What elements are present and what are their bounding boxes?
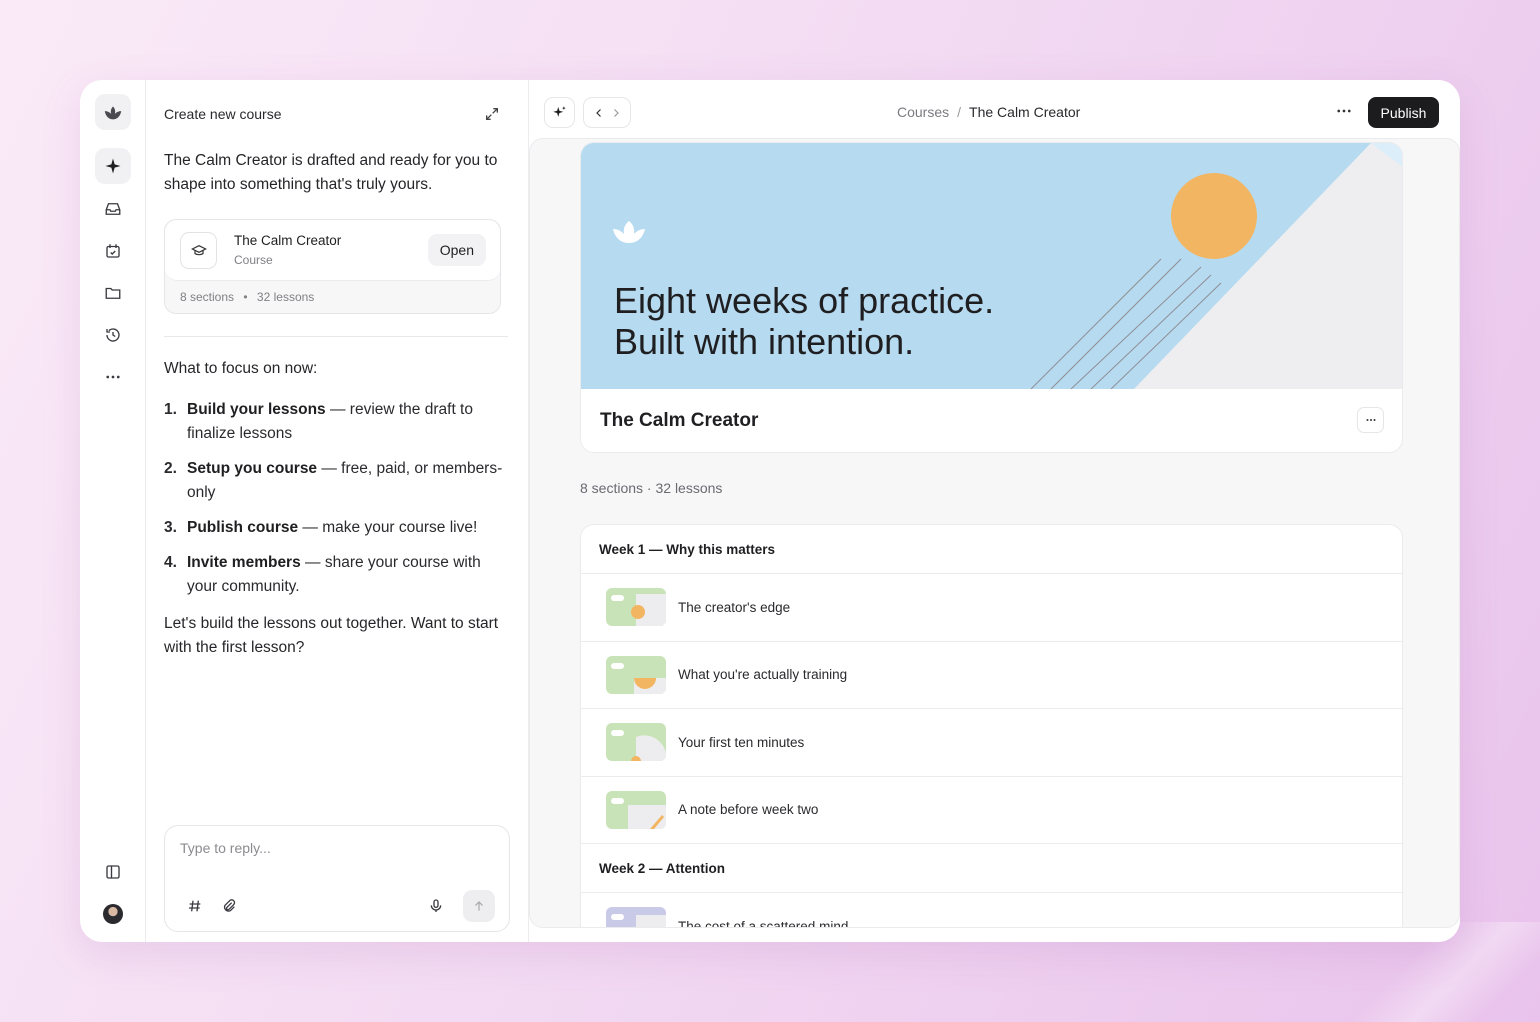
course-card-meta: 8 sections • 32 lessons [180, 290, 314, 304]
course-options-button[interactable] [1357, 407, 1384, 433]
course-stats: 8 sections · 32 lessons [580, 480, 723, 496]
inbox-icon[interactable] [95, 191, 131, 227]
focus-steps-list: 1. Build your lessons — review the draft … [164, 398, 509, 610]
breadcrumb-courses[interactable]: Courses [897, 104, 949, 120]
lesson-title: A note before week two [678, 802, 819, 818]
lessons-list: Week 1 — Why this matters The creator's … [580, 524, 1403, 928]
lesson-row[interactable]: Your first ten minutes [581, 709, 1402, 777]
icon-rail [80, 80, 146, 942]
lesson-thumbnail [606, 723, 666, 762]
course-banner: Eight weeks of practice. Built with inte… [581, 143, 1402, 389]
send-button[interactable] [463, 890, 495, 922]
publish-button[interactable]: Publish [1368, 97, 1439, 128]
logo-icon[interactable] [95, 94, 131, 130]
history-nav [583, 97, 631, 128]
lesson-row[interactable]: A note before week two [581, 777, 1402, 844]
ai-sparkle-button[interactable] [544, 97, 575, 128]
chat-panel: Create new course The Calm Creator is dr… [146, 80, 529, 942]
panel-toggle-icon[interactable] [95, 854, 131, 890]
app-window: Create new course The Calm Creator is dr… [80, 80, 1460, 942]
focus-step: 1. Build your lessons — review the draft … [164, 401, 473, 442]
course-canvas: Eight weeks of practice. Built with inte… [529, 138, 1460, 928]
lesson-row[interactable]: What you're actually training [581, 642, 1402, 709]
chat-outro-message: Let's build the lessons out together. Wa… [164, 615, 499, 656]
banner-line-2: Built with intention. [614, 321, 914, 362]
course-card-name: The Calm Creator [234, 233, 342, 248]
focus-step: 3. Publish course — make your course live… [164, 519, 478, 536]
lesson-thumbnail [606, 588, 666, 627]
breadcrumb: Courses / The Calm Creator [897, 104, 1080, 120]
breadcrumb-current: The Calm Creator [969, 104, 1081, 120]
chat-title: Create new course [164, 106, 282, 122]
calendar-icon[interactable] [95, 233, 131, 269]
course-hero-card: Eight weeks of practice. Built with inte… [580, 142, 1403, 453]
reply-composer [164, 825, 510, 932]
history-icon[interactable] [95, 317, 131, 353]
lesson-row[interactable]: The creator's edge [581, 574, 1402, 642]
section-header[interactable]: Week 2 — Attention [581, 844, 1402, 893]
breadcrumb-separator: / [957, 104, 962, 120]
avatar[interactable] [103, 904, 123, 924]
attachment-icon[interactable] [221, 898, 237, 914]
chat-intro-message: The Calm Creator is drafted and ready fo… [164, 152, 498, 193]
more-icon[interactable] [95, 359, 131, 395]
course-title: The Calm Creator [600, 410, 759, 431]
hashtag-icon[interactable] [187, 898, 203, 914]
expand-icon[interactable] [484, 106, 500, 127]
editor-toolbar: Courses / The Calm Creator Publish [529, 80, 1460, 140]
lesson-row[interactable]: The cost of a scattered mind [581, 893, 1402, 928]
back-arrow-icon[interactable] [593, 107, 605, 119]
focus-heading: What to focus on now: [164, 360, 318, 377]
focus-step: 4. Invite members — share your course wit… [164, 554, 481, 595]
course-editor: Courses / The Calm Creator Publish Eight… [529, 80, 1460, 942]
section-header[interactable]: Week 1 — Why this matters [581, 525, 1402, 574]
sparkle-icon[interactable] [95, 148, 131, 184]
course-card-type: Course [234, 253, 273, 267]
lesson-thumbnail [606, 790, 666, 829]
lesson-title: The cost of a scattered mind [678, 918, 849, 928]
more-options-icon[interactable] [1335, 102, 1353, 125]
graduation-cap-icon [180, 232, 217, 269]
course-card: The Calm Creator Course Open 8 sections … [164, 219, 501, 314]
banner-line-1: Eight weeks of practice. [614, 280, 994, 321]
course-card-lessons: 32 lessons [256, 290, 315, 304]
microphone-icon[interactable] [428, 898, 444, 914]
lesson-thumbnail [606, 655, 666, 694]
lesson-title: What you're actually training [678, 667, 848, 683]
folder-icon[interactable] [95, 275, 131, 311]
open-course-button[interactable]: Open [427, 234, 486, 266]
meta-bullet: • [243, 290, 248, 304]
lesson-title: The creator's edge [678, 599, 791, 615]
divider [164, 336, 508, 337]
lesson-title: Your first ten minutes [678, 734, 805, 750]
focus-step: 2. Setup you course — free, paid, or memb… [164, 460, 503, 501]
lesson-thumbnail [606, 907, 666, 927]
course-card-sections: 8 sections [180, 290, 235, 304]
forward-arrow-icon[interactable] [610, 107, 622, 119]
reply-input[interactable] [180, 840, 480, 856]
